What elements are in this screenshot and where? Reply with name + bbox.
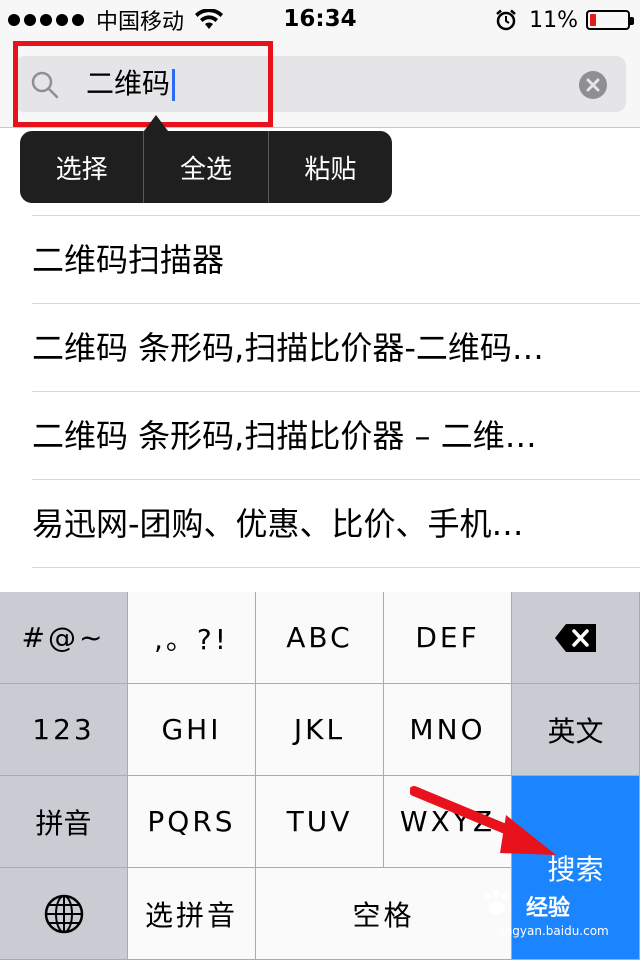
watermark-url: jingyan.baidu.com [498,924,609,938]
list-item[interactable]: 二维码扫描器 [32,216,640,304]
globe-button[interactable] [0,868,128,960]
battery-level [590,14,596,26]
select-all-button[interactable]: 全选 [144,131,269,203]
key-jkl[interactable]: JKL [256,684,384,776]
watermark-label: 经验 [526,896,571,921]
alarm-icon [496,9,516,31]
globe-icon [44,894,83,933]
battery-icon [586,10,634,30]
edit-menu: 选择 全选 粘贴 [20,131,392,203]
annotation-arrow [410,786,556,855]
key-abc[interactable]: ABC [256,592,384,684]
key-tuv[interactable]: TUV [256,776,384,868]
key-english[interactable]: 英文 [512,684,640,776]
delete-icon [554,623,596,652]
key-pinyin[interactable]: 拼音 [0,776,128,868]
list-item[interactable]: 二维码 条形码,扫描比价器-二维码… [32,304,640,392]
key-symbols[interactable]: #@~ [0,592,128,684]
key-select-pinyin[interactable]: 选拼音 [128,868,256,960]
key-123[interactable]: 123 [0,684,128,776]
key-def[interactable]: DEF [384,592,512,684]
status-bar: 中国移动 16:34 11% [0,0,640,40]
key-punctuation[interactable]: ,。?! [128,592,256,684]
clear-icon[interactable] [578,70,608,100]
highlight-annotation [13,41,273,127]
key-ghi[interactable]: GHI [128,684,256,776]
key-pqrs[interactable]: PQRS [128,776,256,868]
delete-button[interactable] [512,592,640,684]
select-button[interactable]: 选择 [20,131,145,203]
battery-percent: 11% [529,7,578,33]
paw-logo-icon [484,890,509,915]
paste-button[interactable]: 粘贴 [269,131,392,203]
status-right: 11% [495,6,634,34]
watermark: 经验 jingyan.baidu.com [468,886,628,948]
list-item[interactable]: 二维码 条形码,扫描比价器 – 二维… [32,392,640,480]
edit-menu-arrow [144,115,168,131]
list-item[interactable]: 易迅网-团购、优惠、比价、手机… [32,480,640,568]
key-mno[interactable]: MNO [384,684,512,776]
